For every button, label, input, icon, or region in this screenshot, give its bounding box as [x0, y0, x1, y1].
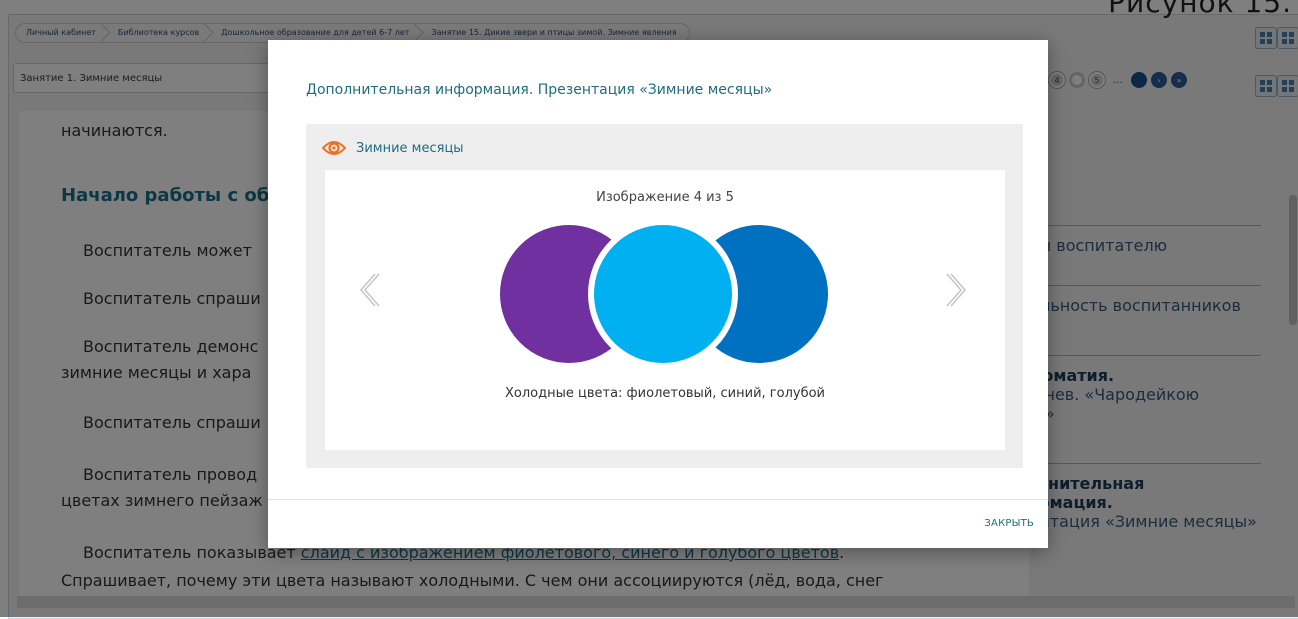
eye-icon	[322, 141, 346, 155]
image-gallery: Изображение 4 из 5 Холодные цвета: фиоле…	[325, 170, 1005, 450]
close-button[interactable]: ЗАКРЫТЬ	[984, 518, 1034, 529]
image-caption: Холодные цвета: фиолетовый, синий, голуб…	[504, 386, 826, 401]
modal-title: Дополнительная информация. Презентация «…	[306, 82, 773, 98]
presentation-panel: Зимние месяцы Изображение 4 из 5 Холодны…	[306, 124, 1023, 468]
modal-footer: ЗАКРЫТЬ	[268, 499, 1048, 548]
presentation-modal: Дополнительная информация. Презентация «…	[268, 40, 1048, 548]
panel-header: Зимние месяцы	[322, 138, 464, 158]
chevron-right-icon[interactable]	[945, 270, 969, 310]
chevron-left-icon[interactable]	[357, 270, 381, 310]
figure-caption: Рисунок 15.	[1108, 0, 1292, 19]
image-counter: Изображение 4 из 5	[596, 190, 734, 205]
cold-colors-image	[494, 219, 834, 369]
panel-title: Зимние месяцы	[356, 140, 464, 156]
